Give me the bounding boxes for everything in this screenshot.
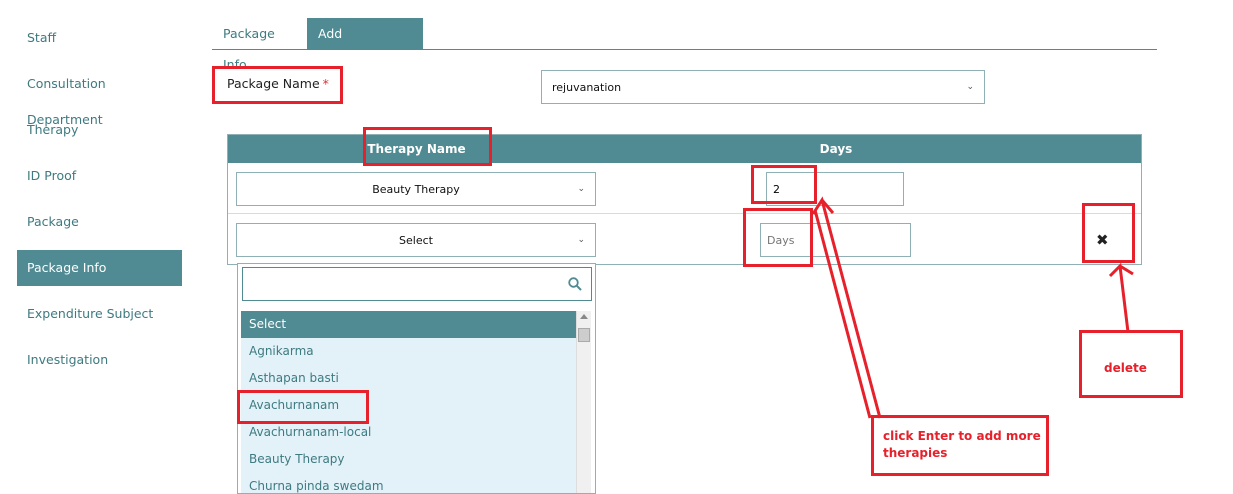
arrow-to-delete [1108, 262, 1134, 333]
arrow-to-days-input [811, 196, 882, 419]
annotation-arrows [811, 196, 1134, 419]
arrow-to-days-placeholder [813, 209, 872, 419]
